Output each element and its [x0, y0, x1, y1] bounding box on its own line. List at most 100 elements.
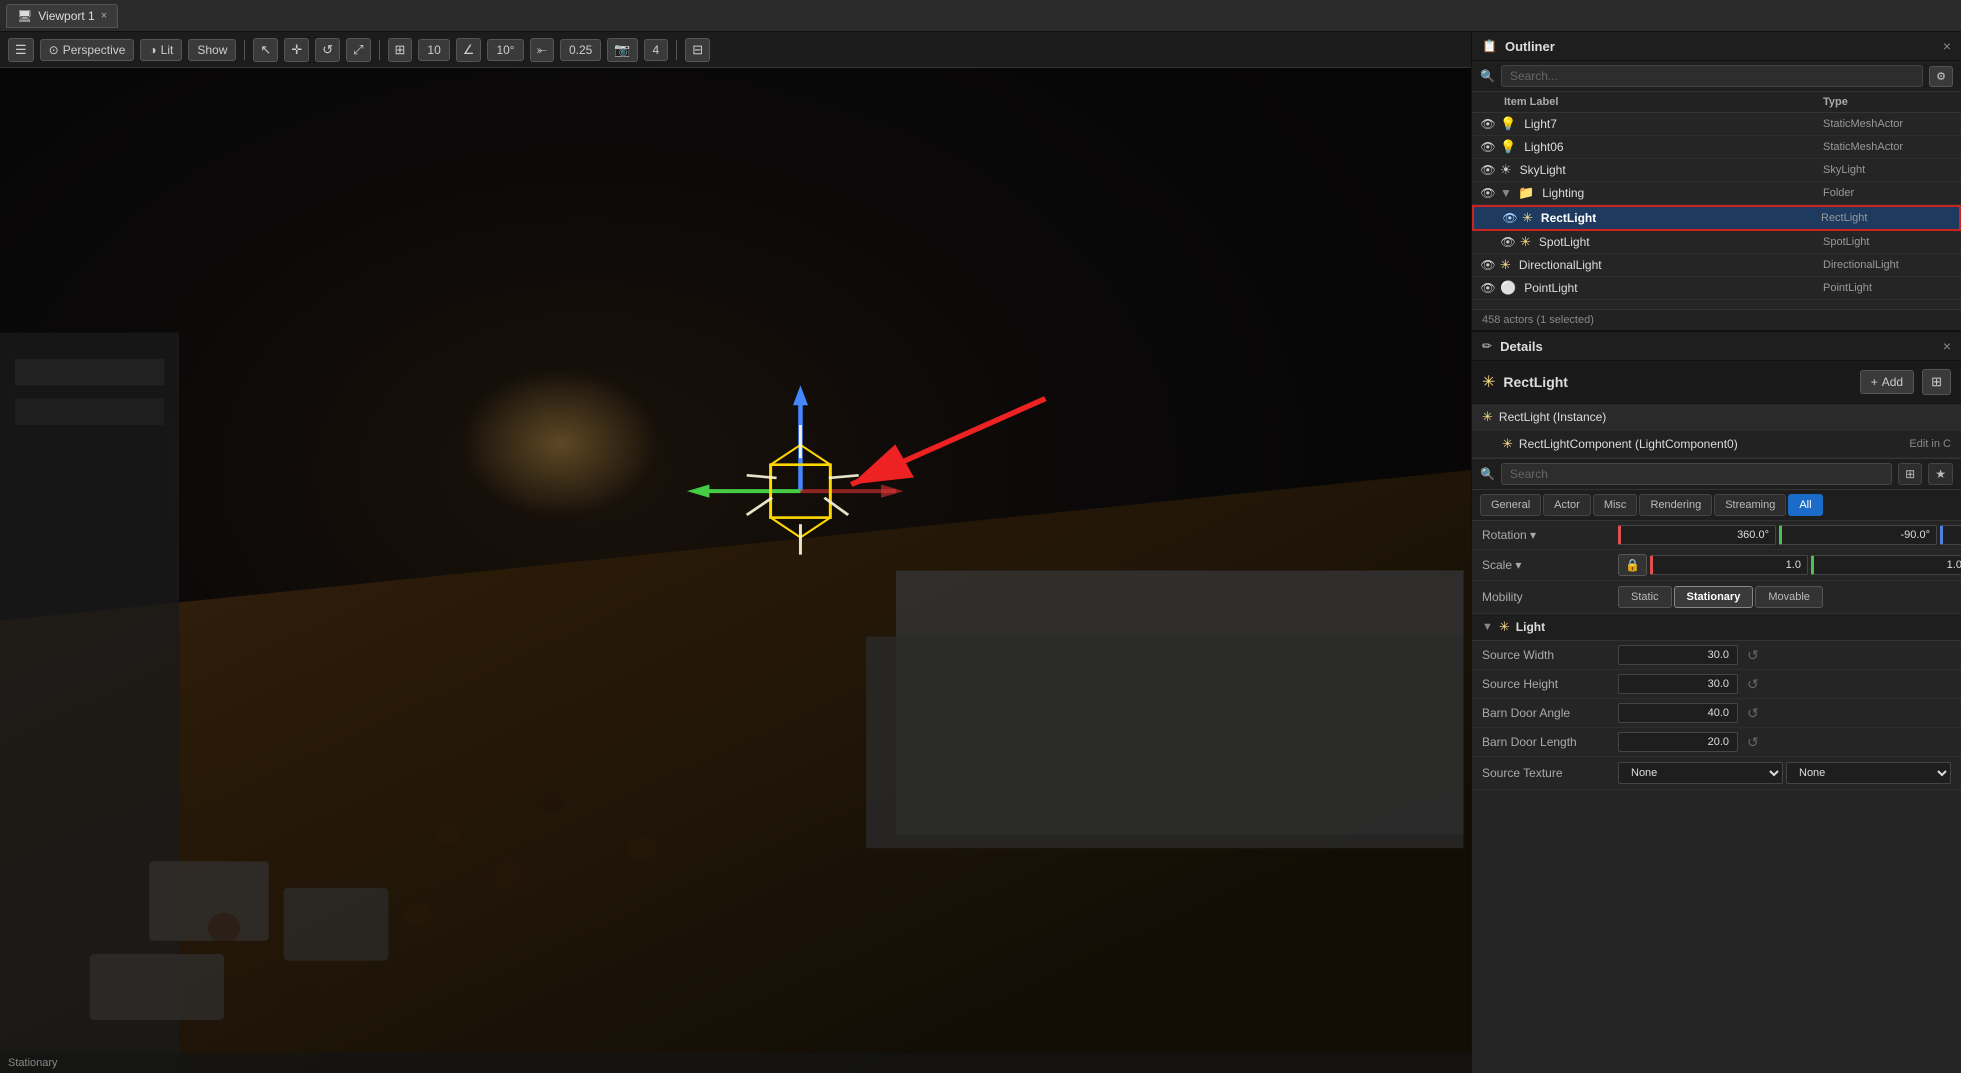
show-button[interactable]: Show — [188, 39, 236, 61]
camera-value: 4 — [653, 43, 660, 57]
details-search-input[interactable] — [1501, 463, 1892, 485]
mobility-property-row: Mobility Static Stationary Movable — [1472, 581, 1961, 614]
table-view-button[interactable]: ⊞ — [1898, 463, 1922, 485]
rotate-button[interactable]: ↺ — [315, 38, 340, 62]
rotation-dropdown[interactable]: Rotation ▾ — [1482, 528, 1536, 542]
scale-values: 🔒 — [1618, 554, 1961, 576]
light-section-icon: ✳ — [1499, 619, 1510, 635]
snap-value-button[interactable]: 0.25 — [560, 39, 601, 61]
properties-area[interactable]: Rotation ▾ ↺ Scale ▾ 🔒 — [1472, 521, 1961, 1073]
light-section-header[interactable]: ▼ ✳ Light — [1472, 614, 1961, 641]
outliner-row-rectlight[interactable]: 👁 ✳ RectLight RectLight — [1472, 205, 1961, 231]
angle-value: 10° — [496, 43, 514, 57]
source-texture-select-1[interactable]: None — [1618, 762, 1783, 784]
select-mode-button[interactable]: ↖ — [253, 38, 278, 62]
outliner-list[interactable]: 👁 💡 Light7 StaticMeshActor 👁 💡 Light06 S… — [1472, 113, 1961, 309]
grid-snap-icon[interactable]: ⊞ — [388, 38, 413, 62]
outliner-search-input[interactable] — [1501, 65, 1923, 87]
mobility-movable-button[interactable]: Movable — [1755, 586, 1823, 608]
details-actor-name: RectLight — [1503, 374, 1851, 390]
scale-y-input[interactable] — [1811, 555, 1961, 575]
viewport-tab-close[interactable]: × — [101, 10, 107, 22]
outliner-row[interactable]: 👁 💡 Light7 StaticMeshActor — [1472, 113, 1961, 136]
add-component-button[interactable]: + Add — [1860, 370, 1914, 394]
camera-value-button[interactable]: 4 — [644, 39, 669, 61]
snap-icon[interactable]: ⤜ — [530, 38, 554, 62]
add-plus-icon: + — [1871, 375, 1878, 389]
details-close-button[interactable]: × — [1943, 338, 1951, 354]
angle-icon[interactable]: ∠ — [456, 38, 482, 62]
expand-icon[interactable]: ▼ — [1500, 186, 1514, 200]
source-width-reset[interactable]: ↺ — [1744, 647, 1762, 664]
viewport-scene: Stationary — [0, 68, 1471, 1073]
layout-button[interactable]: ⊟ — [685, 38, 710, 62]
tab-rendering[interactable]: Rendering — [1639, 494, 1712, 516]
edit-in-cpp-button[interactable]: Edit in C — [1909, 438, 1951, 450]
separator-1 — [244, 40, 245, 60]
perspective-icon: ⊙ — [49, 43, 59, 57]
tab-general[interactable]: General — [1480, 494, 1541, 516]
favorites-button[interactable]: ★ — [1928, 463, 1953, 485]
tab-actor[interactable]: Actor — [1543, 494, 1591, 516]
angle-value-button[interactable]: 10° — [487, 39, 523, 61]
blueprint-button[interactable]: ⊞ — [1922, 369, 1951, 395]
viewport[interactable]: ☰ ⊙ Perspective ◑ Lit Show ↖ ✛ ↺ ⤢ ⊞ 10 … — [0, 32, 1471, 1073]
tab-streaming[interactable]: Streaming — [1714, 494, 1786, 516]
rotation-x-input[interactable] — [1618, 525, 1776, 545]
barn-door-length-input[interactable] — [1618, 732, 1738, 752]
rotation-z-input[interactable] — [1940, 525, 1961, 545]
camera-icon[interactable]: 📷 — [607, 38, 637, 62]
mobility-stationary-button[interactable]: Stationary — [1674, 586, 1754, 608]
component-row-instance[interactable]: ✳ RectLight (Instance) — [1472, 404, 1961, 431]
menu-button[interactable]: ☰ — [8, 38, 34, 62]
lit-icon: ◑ — [149, 43, 156, 57]
item-icon: ✳ — [1520, 234, 1531, 250]
source-texture-select-2[interactable]: None — [1786, 762, 1951, 784]
translate-button[interactable]: ✛ — [284, 38, 309, 62]
rotation-y-input[interactable] — [1779, 525, 1937, 545]
scale-dropdown[interactable]: Scale ▾ — [1482, 558, 1521, 572]
item-type: SpotLight — [1823, 236, 1953, 248]
tab-all[interactable]: All — [1788, 494, 1822, 516]
source-height-reset[interactable]: ↺ — [1744, 676, 1762, 693]
lit-button[interactable]: ◑ Lit — [140, 39, 182, 61]
perspective-button[interactable]: ⊙ Perspective — [40, 39, 135, 61]
outliner-row[interactable]: 👁 💡 Light06 StaticMeshActor — [1472, 136, 1961, 159]
component-row-light[interactable]: ✳ RectLightComponent (LightComponent0) E… — [1472, 431, 1961, 458]
visibility-icon[interactable]: 👁 — [1480, 281, 1496, 295]
scale-button[interactable]: ⤢ — [346, 38, 370, 62]
visibility-icon[interactable]: 👁 — [1502, 211, 1518, 225]
visibility-icon[interactable]: 👁 — [1480, 163, 1496, 177]
outliner-row[interactable]: 👁 ▼ 📁 Lighting Folder — [1472, 182, 1961, 205]
component-name: RectLight (Instance) — [1499, 410, 1951, 424]
item-icon: 💡 — [1500, 116, 1516, 132]
visibility-icon[interactable]: 👁 — [1480, 140, 1496, 154]
grid-value-button[interactable]: 10 — [418, 39, 449, 61]
visibility-icon[interactable]: 👁 — [1480, 117, 1496, 131]
barn-door-angle-reset[interactable]: ↺ — [1744, 705, 1762, 722]
outliner-row[interactable]: 👁 ✳ SpotLight SpotLight — [1472, 231, 1961, 254]
visibility-icon[interactable]: 👁 — [1480, 186, 1496, 200]
status-text: Stationary — [8, 1057, 58, 1069]
outliner-row[interactable]: 👁 ⚪ PointLight PointLight — [1472, 277, 1961, 300]
item-icon: ⚪ — [1500, 280, 1516, 296]
barn-door-length-reset[interactable]: ↺ — [1744, 734, 1762, 751]
details-tabs: General Actor Misc Rendering Streaming A… — [1472, 490, 1961, 521]
barn-door-angle-input[interactable] — [1618, 703, 1738, 723]
source-height-row: Source Height ↺ — [1472, 670, 1961, 699]
mobility-static-button[interactable]: Static — [1618, 586, 1672, 608]
item-icon: ✳ — [1522, 210, 1533, 226]
outliner-row[interactable]: 👁 ☀ SkyLight SkyLight — [1472, 159, 1961, 182]
visibility-icon[interactable]: 👁 — [1480, 258, 1496, 272]
viewport-tab[interactable]: 🖥 Viewport 1 × — [6, 4, 118, 28]
source-height-input[interactable] — [1618, 674, 1738, 694]
visibility-icon[interactable]: 👁 — [1500, 235, 1516, 249]
scale-x-input[interactable] — [1650, 555, 1808, 575]
tab-misc[interactable]: Misc — [1593, 494, 1638, 516]
details-panel: ✏ Details × ✳ RectLight + Add ⊞ ✳ RectLi — [1472, 332, 1961, 1073]
outliner-settings-icon[interactable]: ⚙ — [1929, 66, 1953, 87]
source-width-input[interactable] — [1618, 645, 1738, 665]
scale-lock-button[interactable]: 🔒 — [1618, 554, 1647, 576]
outliner-row[interactable]: 👁 ✳ DirectionalLight DirectionalLight — [1472, 254, 1961, 277]
outliner-close-button[interactable]: × — [1943, 38, 1951, 54]
